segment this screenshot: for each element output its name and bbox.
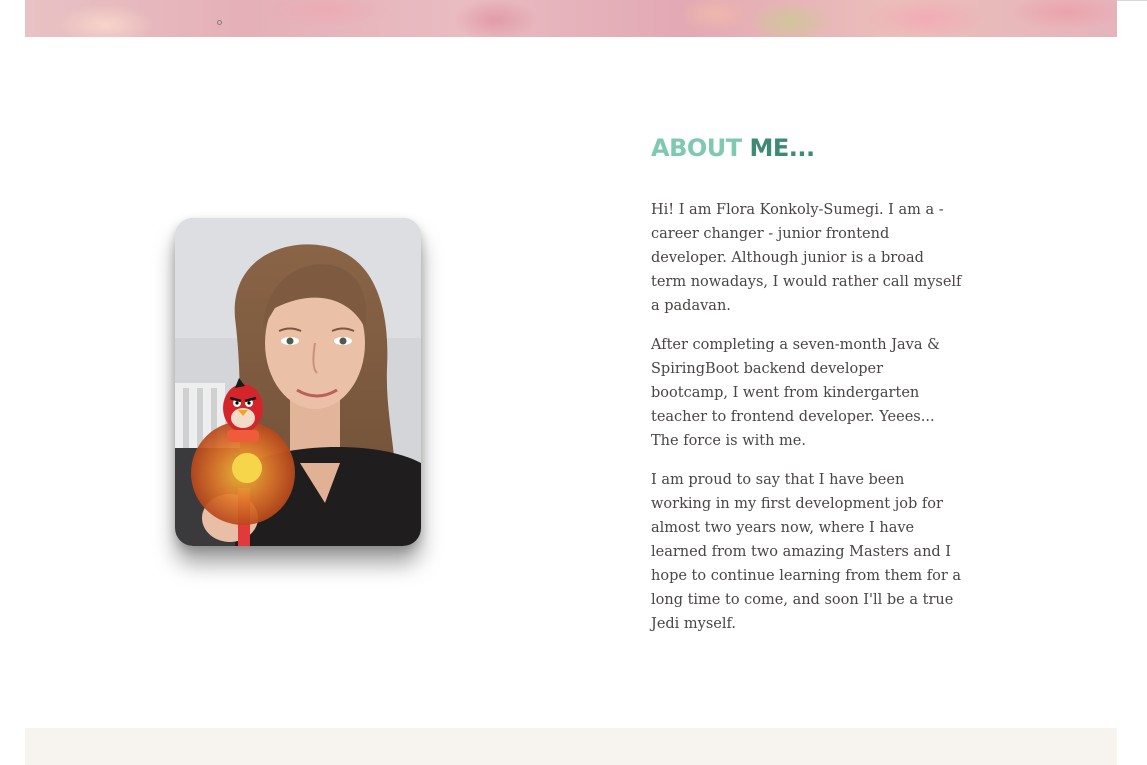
header-banner-image <box>25 0 1117 37</box>
about-paragraph: I am proud to say that I have been worki… <box>651 472 962 632</box>
banner-dot-icon <box>217 20 222 25</box>
top-divider <box>1117 0 1147 1</box>
about-me-text: Hi! I am Flora Konkoly-Sumegi. I am a - … <box>651 198 963 651</box>
about-me-heading: ABOUT ME... <box>651 131 815 165</box>
next-section-band <box>25 728 1117 765</box>
heading-word-about: ABOUT <box>651 134 742 162</box>
heading-word-me: ME... <box>749 134 816 162</box>
about-paragraph: After completing a seven-month Java & Sp… <box>651 337 941 449</box>
profile-photo <box>175 218 421 546</box>
about-paragraph: Hi! I am Flora Konkoly-Sumegi. I am a - … <box>651 202 962 314</box>
